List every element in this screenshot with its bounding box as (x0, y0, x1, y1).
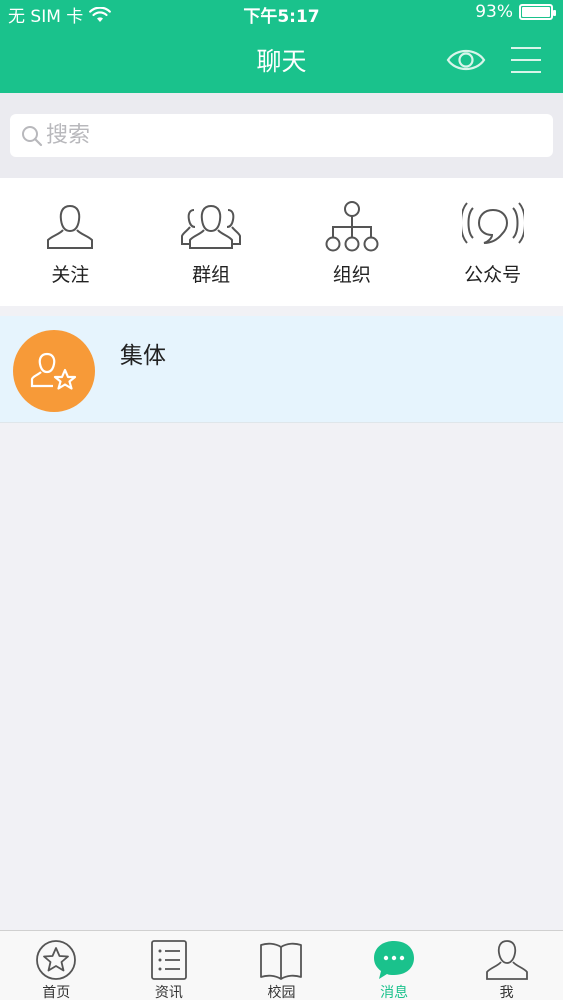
battery-percent: 93% (475, 2, 513, 22)
org-chart-icon (325, 201, 379, 252)
shortcut-label: 关注 (51, 264, 90, 286)
tab-home[interactable]: 首页 (0, 931, 113, 1000)
search-icon (22, 125, 43, 146)
person-icon (47, 204, 94, 249)
group-icon (181, 204, 242, 249)
battery-level (522, 7, 550, 17)
tab-label: 资讯 (154, 985, 183, 1000)
status-right: 93% (475, 2, 556, 22)
tab-label: 校园 (267, 985, 296, 1000)
battery-icon (519, 4, 556, 20)
user-icon (485, 940, 528, 980)
menu-icon[interactable] (509, 44, 543, 76)
tab-me[interactable]: 我 (450, 931, 563, 1000)
tab-news[interactable]: 资讯 (113, 931, 226, 1000)
search-input[interactable] (46, 123, 526, 148)
search-box[interactable] (10, 114, 553, 157)
status-bar: 无 SIM 卡 下午5:17 93% (0, 0, 563, 27)
tab-bar: 首页 资讯 校园 消息 我 (0, 930, 563, 1000)
tab-label: 消息 (380, 985, 409, 1000)
top-bar: 无 SIM 卡 下午5:17 93% 聊天 (0, 0, 563, 93)
broadcast-icon (461, 202, 524, 244)
tab-label: 首页 (42, 985, 71, 1000)
shortcut-label: 组织 (332, 264, 371, 286)
shortcut-label: 群组 (192, 264, 231, 286)
shortcut-row: 关注 群组 组织 公众号 (0, 178, 563, 306)
chat-name: 集体 (120, 343, 166, 369)
avatar (13, 330, 95, 412)
tab-messages[interactable]: 消息 (338, 931, 451, 1000)
shortcut-organization[interactable]: 组织 (282, 178, 423, 306)
nav-bar: 聊天 (0, 30, 563, 90)
shortcut-label: 公众号 (464, 264, 522, 286)
shortcut-groups[interactable]: 群组 (141, 178, 282, 306)
collective-avatar-icon (30, 352, 77, 390)
chat-bubble-icon (374, 941, 415, 979)
book-icon (260, 942, 303, 980)
star-icon (36, 940, 77, 980)
tab-campus[interactable]: 校园 (225, 931, 338, 1000)
shortcut-follow[interactable]: 关注 (0, 178, 141, 306)
shortcut-official-accounts[interactable]: 公众号 (422, 178, 563, 306)
tab-label: 我 (499, 985, 514, 1000)
news-list-icon (150, 940, 187, 980)
eye-icon[interactable] (446, 42, 486, 78)
search-area (0, 93, 563, 178)
chat-list-item[interactable]: 集体 (0, 316, 563, 423)
